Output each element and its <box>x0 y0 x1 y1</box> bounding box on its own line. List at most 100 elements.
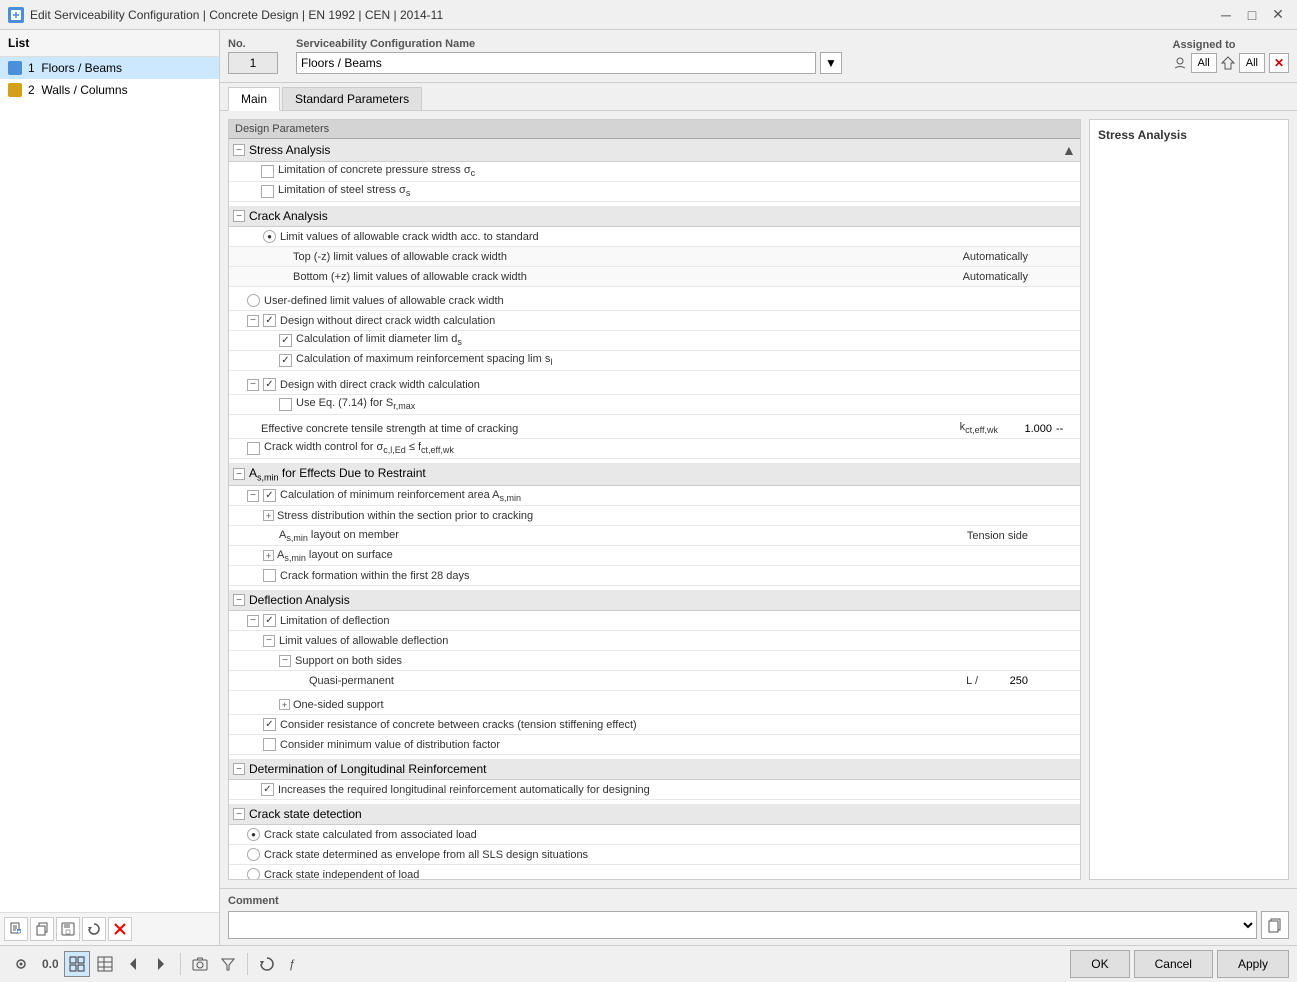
svg-text:0.0: 0.0 <box>42 957 58 971</box>
crack-envelope-radio[interactable] <box>247 848 260 861</box>
clear-assigned-button[interactable]: ✕ <box>1269 53 1289 73</box>
title-text: Edit Serviceability Configuration | Conc… <box>30 8 1215 22</box>
maximize-button[interactable]: □ <box>1241 5 1263 25</box>
arrow-right-tool-button[interactable] <box>148 951 174 977</box>
stress-analysis-right-title: Stress Analysis <box>1098 128 1280 142</box>
stress-dist-toggle[interactable]: + <box>263 510 274 521</box>
user-defined-radio-row: User-defined limit values of allowable c… <box>229 291 1080 311</box>
comment-select[interactable] <box>228 911 1257 939</box>
design-without-toggle[interactable]: − <box>247 315 259 327</box>
asmin-surface-toggle[interactable]: + <box>263 550 274 561</box>
calc-max-spacing-row: Calculation of maximum reinforcement spa… <box>229 351 1080 371</box>
crack-state-label: Crack state detection <box>249 807 362 821</box>
comment-area: Comment <box>220 888 1297 945</box>
close-button[interactable]: ✕ <box>1267 5 1289 25</box>
no-input[interactable] <box>228 52 278 74</box>
deflection-label: Deflection Analysis <box>249 593 350 607</box>
ok-button[interactable]: OK <box>1070 950 1129 978</box>
crack-analysis-label: Crack Analysis <box>249 209 328 223</box>
crack-analysis-toggle[interactable]: − <box>233 210 245 222</box>
user-defined-radio[interactable] <box>247 294 260 307</box>
longitudinal-toggle[interactable]: − <box>233 763 245 775</box>
save-button[interactable] <box>56 917 80 941</box>
delete-button[interactable] <box>108 917 132 941</box>
name-dropdown-button[interactable]: ▼ <box>820 52 842 74</box>
camera-tool-button[interactable] <box>187 951 213 977</box>
calc-min-reinforcement-checkbox[interactable] <box>263 489 276 502</box>
comment-copy-button[interactable] <box>1261 911 1289 939</box>
assigned-group: Assigned to All All ✕ <box>1173 39 1289 73</box>
assigned-all-button2[interactable]: All <box>1239 53 1265 73</box>
one-sided-toggle[interactable]: + <box>279 699 290 710</box>
limit-concrete-pressure-checkbox[interactable] <box>261 165 274 178</box>
params-panel: Design Parameters − Stress Analysis ▲ Li… <box>228 119 1081 880</box>
svg-text:ƒ: ƒ <box>289 957 296 971</box>
asmin-toggle[interactable]: − <box>233 468 245 480</box>
view-tool-button[interactable] <box>8 951 34 977</box>
use-eq-checkbox[interactable] <box>279 398 292 411</box>
consider-resistance-row: Consider resistance of concrete between … <box>229 715 1080 735</box>
calc-limit-diameter-checkbox[interactable] <box>279 334 292 347</box>
limit-steel-stress-checkbox[interactable] <box>261 185 274 198</box>
calc-max-spacing-checkbox[interactable] <box>279 354 292 367</box>
tab-main[interactable]: Main <box>228 87 280 111</box>
refresh-tool-button[interactable] <box>254 951 280 977</box>
no-label: No. <box>228 38 288 50</box>
list-item[interactable]: 1 Floors / Beams <box>0 57 219 79</box>
name-input[interactable] <box>296 52 816 74</box>
grid-tool-button[interactable] <box>64 951 90 977</box>
limit-values-radio[interactable] <box>263 230 276 243</box>
list-item[interactable]: 2 Walls / Columns <box>0 79 219 101</box>
assigned-all-button1[interactable]: All <box>1191 53 1217 73</box>
limitation-deflection-checkbox[interactable] <box>263 614 276 627</box>
assigned-row: All All ✕ <box>1173 53 1289 73</box>
consider-minimum-checkbox[interactable] <box>263 738 276 751</box>
increases-required-checkbox[interactable] <box>261 783 274 796</box>
design-without-checkbox[interactable] <box>263 314 276 327</box>
consider-resistance-checkbox[interactable] <box>263 718 276 731</box>
design-with-toggle[interactable]: − <box>247 379 259 391</box>
toolbar-separator1 <box>180 953 181 975</box>
member-icon <box>1173 56 1187 70</box>
filter-tool-button[interactable] <box>215 951 241 977</box>
limit-values-deflection-row: − Limit values of allowable deflection <box>229 631 1080 651</box>
left-toolbar <box>0 912 219 945</box>
table-tool-button[interactable] <box>92 951 118 977</box>
crack-from-load-radio[interactable] <box>247 828 260 841</box>
limitation-deflection-toggle[interactable]: − <box>247 615 259 627</box>
list-item-label: 1 Floors / Beams <box>28 61 122 75</box>
calc-min-toggle[interactable]: − <box>247 490 259 502</box>
support-both-toggle[interactable]: − <box>279 655 291 667</box>
minimize-button[interactable]: ─ <box>1215 5 1237 25</box>
number-tool-button[interactable]: 0.0 <box>36 951 62 977</box>
new-button[interactable] <box>4 917 28 941</box>
tab-standard-parameters[interactable]: Standard Parameters <box>282 87 422 110</box>
increases-required-row: Increases the required longitudinal rein… <box>229 780 1080 800</box>
stress-analysis-label: Stress Analysis <box>249 143 330 157</box>
name-label: Serviceability Configuration Name <box>296 38 1165 50</box>
stress-analysis-section: − Stress Analysis ▲ <box>229 139 1080 162</box>
left-panel: List 1 Floors / Beams 2 Walls / Columns <box>0 30 220 945</box>
crack-independent-radio[interactable] <box>247 868 260 880</box>
app-icon <box>8 7 24 23</box>
apply-button[interactable]: Apply <box>1217 950 1289 978</box>
tabs: Main Standard Parameters <box>220 83 1297 111</box>
limit-values-deflection-toggle[interactable]: − <box>263 635 275 647</box>
stress-analysis-toggle[interactable]: − <box>233 144 245 156</box>
copy-button[interactable] <box>30 917 54 941</box>
list-header: List <box>0 30 219 57</box>
crack-formation-checkbox[interactable] <box>263 569 276 582</box>
formula-tool-button[interactable]: ƒ <box>282 951 308 977</box>
reload-button[interactable] <box>82 917 106 941</box>
cancel-button[interactable]: Cancel <box>1134 950 1213 978</box>
design-with-checkbox[interactable] <box>263 378 276 391</box>
crack-width-control-checkbox[interactable] <box>247 442 260 455</box>
design-with-direct-row: − Design with direct crack width calcula… <box>229 375 1080 395</box>
load-icon <box>1221 56 1235 70</box>
deflection-toggle[interactable]: − <box>233 594 245 606</box>
arrow-left-tool-button[interactable] <box>120 951 146 977</box>
crack-state-section: − Crack state detection <box>229 804 1080 825</box>
bottom-toolbar: 0.0 ƒ OK Cancel Apply <box>0 945 1297 982</box>
limitation-deflection-row: − Limitation of deflection <box>229 611 1080 631</box>
crack-state-toggle[interactable]: − <box>233 808 245 820</box>
